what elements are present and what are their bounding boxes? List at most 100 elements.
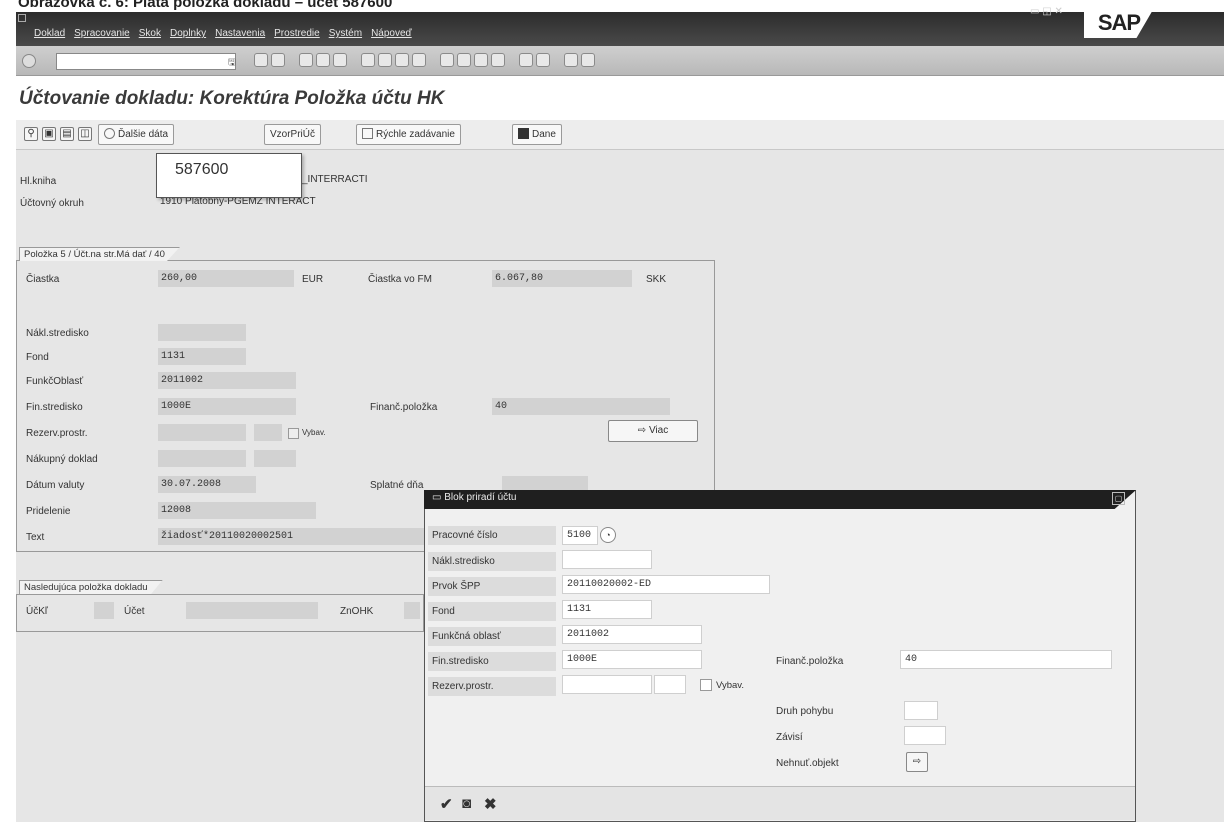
currency-text: EUR [302,274,324,285]
company-code-label: Účtovný okruh [20,198,84,209]
dlg-functional-area-field[interactable]: 2011002 [562,625,702,644]
exit-icon[interactable] [271,53,285,67]
dlg-real-estate-button[interactable]: ⇨ [906,752,928,772]
dialog-titlebar [424,490,1136,509]
dlg-commitment-item-field[interactable]: 40 [900,650,1112,669]
cost-center-label: Nákl.stredisko [26,328,89,339]
value-date-field[interactable]: 30.07.2008 [158,476,256,493]
purchasing-item-field[interactable] [254,450,296,467]
template-button[interactable]: VzorPriÚč [264,124,322,145]
account-field[interactable] [186,602,318,619]
earmarked-item-field[interactable] [254,424,282,441]
menu-napoved[interactable]: Nápoveď [371,28,412,39]
prev-page-icon[interactable] [395,53,409,67]
earmarked-funds-field[interactable] [158,424,246,441]
fund-field[interactable]: 1131 [158,348,246,365]
fm-amount-label: Čiastka vo FM [368,274,432,285]
dlg-cost-center-field[interactable] [562,550,652,569]
header-icon[interactable]: ▣ [42,127,56,141]
posting-key-field[interactable] [94,602,114,619]
dlg-functional-area-label: Funkčná oblasť [428,627,556,646]
completed-label: Vybav. [302,428,326,437]
dlg-fund-center-label: Fin.stredisko [428,652,556,671]
menu-items: Doklad Spracovanie Skok Doplnky Nastaven… [34,28,412,39]
overview-icon[interactable]: ▤ [60,127,74,141]
menu-doplnky[interactable]: Doplnky [170,28,206,39]
purchasing-doc-field[interactable] [158,450,246,467]
dlg-fund-field[interactable]: 1131 [562,600,652,619]
arrow-right-icon: ⇨ [912,756,922,767]
more-data-label: Ďalšie dáta [118,129,169,140]
functional-area-field[interactable]: 2011002 [158,372,296,389]
next-page-icon[interactable] [412,53,426,67]
assignment-label: Pridelenie [26,506,71,517]
find-next-icon[interactable] [361,53,375,67]
menu-system[interactable]: Systém [329,28,362,39]
more-data-button[interactable]: Ďalšie dáta [98,124,175,145]
last-page-icon[interactable] [440,53,454,67]
fund-center-label: Fin.stredisko [26,402,83,413]
dlg-wbs-field[interactable]: 20110020002-ED [562,575,770,594]
taxes-icon [518,128,529,139]
assignment-field[interactable]: 12008 [158,502,316,519]
shortcut-icon[interactable] [474,53,488,67]
confirm-icon[interactable]: ✔ [440,795,453,813]
next-item-group-title: Nasledujúca položka dokladu [19,580,163,594]
cancel-icon[interactable]: ✖ [484,795,497,813]
dlg-movement-type-field[interactable] [904,701,938,720]
fast-entry-button[interactable]: Rýchle zadávanie [356,124,461,145]
menu-skok[interactable]: Skok [139,28,161,39]
fm-currency-text: SKK [646,274,667,285]
cost-center-field[interactable] [158,324,246,341]
dlg-fund-center-field[interactable]: 1000E [562,650,702,669]
find-icon[interactable] [333,53,347,67]
print-icon[interactable] [316,53,330,67]
dialog-title: ▭ Blok priradí účtu [432,492,517,503]
new-session-icon[interactable] [457,53,471,67]
menu-spracovanie[interactable]: Spracovanie [74,28,130,39]
help-icon[interactable] [519,53,533,67]
dlg-work-number-label: Pracovné číslo [428,526,556,545]
enter-icon[interactable] [22,54,36,68]
copy-icon[interactable]: ◫ [78,127,92,141]
display-icon[interactable]: ⚲ [24,127,38,141]
dlg-work-number-field[interactable]: 5100 [562,526,598,545]
taxes-button[interactable]: Dane [512,124,562,145]
menu-nastavenia[interactable]: Nastavenia [215,28,265,39]
taxes-label: Dane [532,129,556,140]
dlg-earmarked-field[interactable] [562,675,652,694]
layout-icon[interactable] [491,53,505,67]
more-button[interactable]: ⇨ Viac [608,420,698,442]
amount-field[interactable]: 260,00 [158,270,294,287]
dlg-earmarked-item-field[interactable] [654,675,686,694]
options-icon[interactable] [581,53,595,67]
dlg-completed-checkbox[interactable] [700,679,712,691]
save-icon[interactable]: 🖫 [228,55,236,71]
system-icons [254,53,595,67]
first-page-icon[interactable] [378,53,392,67]
window-controls[interactable]: ▭ ◱ ✕ [1030,6,1063,17]
fm-amount-field[interactable]: 6.067,80 [492,270,632,287]
back-icon[interactable] [254,53,268,67]
fund-center-field[interactable]: 1000E [158,398,296,415]
dlg-work-number-search-icon[interactable]: ◔ [600,527,616,543]
completed-checkbox[interactable] [288,428,299,439]
dlg-earmarked-label: Rezerv.prostr. [428,677,556,696]
menu-prostredie[interactable]: Prostredie [274,28,320,39]
settings-icon[interactable] [536,53,550,67]
window-menu-icon[interactable] [18,14,26,22]
menu-doklad[interactable]: Doklad [34,28,65,39]
commitment-item-field[interactable]: 40 [492,398,670,415]
text-field[interactable]: žiadosť*20110020002501 [158,528,424,545]
refresh-icon[interactable]: ◙ [462,795,471,812]
customize-icon[interactable] [564,53,578,67]
fund-label: Fond [26,352,49,363]
cancel-icon[interactable] [299,53,313,67]
earmarked-funds-label: Rezerv.prostr. [26,428,88,439]
command-field[interactable] [56,53,236,70]
dlg-real-estate-label: Nehnuť.objekt [776,758,839,769]
dlg-cost-center-label: Nákl.stredisko [428,552,556,571]
dlg-dependency-field[interactable] [904,726,946,745]
dialog-close-icon[interactable]: ▢ [1112,492,1125,505]
special-gl-field[interactable] [404,602,420,619]
